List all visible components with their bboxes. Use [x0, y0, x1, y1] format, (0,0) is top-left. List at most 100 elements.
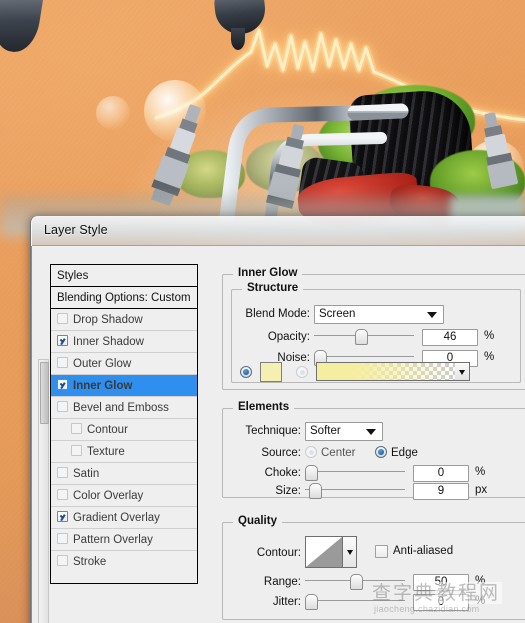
styles-list-item-label: Color Overlay: [73, 490, 144, 502]
styles-list-item-bevel-and-emboss[interactable]: Bevel and Emboss: [51, 397, 197, 419]
styles-scrollbar[interactable]: [38, 359, 49, 623]
inner-glow-group: Inner Glow Structure Blend Mode: Screen …: [222, 267, 525, 390]
anti-aliased-checkbox[interactable]: [375, 545, 388, 558]
styles-list-item-satin[interactable]: Satin: [51, 463, 197, 485]
styles-list-item-texture[interactable]: Texture: [51, 441, 197, 463]
inner-glow-panel: Inner Glow Structure Blend Mode: Screen …: [222, 260, 525, 623]
opacity-value-input[interactable]: 46: [422, 329, 478, 346]
range-slider[interactable]: [305, 574, 405, 590]
styles-list-item-styles[interactable]: Styles: [51, 265, 197, 287]
effect-checkbox[interactable]: [57, 555, 68, 567]
styles-list-item-label: Inner Glow: [73, 380, 133, 392]
layer-style-dialog: Layer Style Styles Blending Options: Cust…: [30, 216, 525, 623]
chevron-down-icon: [427, 312, 437, 318]
range-value-input[interactable]: 50: [413, 574, 469, 591]
structure-group: Structure Blend Mode: Screen Opacity: 46: [231, 282, 521, 383]
effect-checkbox[interactable]: [57, 401, 68, 413]
spark-plug: [146, 100, 216, 210]
checkbox-box: [57, 467, 68, 479]
blend-mode-select[interactable]: Screen: [314, 305, 444, 324]
hanging-object-tail: [231, 28, 245, 50]
elements-group: Elements Technique: Softer Source: Cente…: [222, 401, 525, 500]
size-value-input[interactable]: 9: [413, 483, 469, 500]
jitter-slider-knob[interactable]: [305, 594, 318, 610]
styles-list-item-outer-glow[interactable]: Outer Glow: [51, 353, 197, 375]
checkbox-box: [57, 555, 68, 567]
checkbox-box: [57, 489, 68, 501]
styles-column: Styles Blending Options: Custom Drop Shado…: [38, 264, 200, 623]
opacity-label: Opacity:: [267, 331, 310, 343]
source-center-label: Center: [321, 447, 356, 459]
glow-gradient-preview[interactable]: [316, 362, 456, 381]
technique-select[interactable]: Softer: [305, 422, 383, 441]
contour-dropdown-icon[interactable]: [343, 536, 357, 568]
source-label: Source:: [261, 447, 301, 459]
glow-gradient-radio[interactable]: [296, 366, 308, 378]
choke-slider-knob[interactable]: [305, 465, 318, 481]
jitter-unit: %: [475, 595, 486, 607]
styles-list[interactable]: Styles Blending Options: Custom Drop Shado…: [50, 264, 198, 584]
effect-checkbox[interactable]: [57, 313, 68, 325]
spark-plug: [470, 110, 525, 210]
checkbox-box: [57, 511, 68, 523]
styles-list-item-drop-shadow[interactable]: Drop Shadow: [51, 309, 197, 331]
effect-checkbox[interactable]: [57, 511, 68, 523]
effect-checkbox[interactable]: [57, 379, 68, 391]
styles-list-item-stroke[interactable]: Stroke: [51, 551, 197, 573]
styles-list-item-inner-glow[interactable]: Inner Glow: [51, 375, 197, 397]
effect-checkbox[interactable]: [71, 445, 82, 457]
range-slider-knob[interactable]: [349, 574, 363, 590]
styles-list-item-label: Contour: [87, 424, 128, 436]
jitter-slider[interactable]: [305, 594, 405, 610]
styles-list-item-label: Inner Shadow: [73, 336, 144, 348]
size-slider[interactable]: [305, 483, 405, 499]
glow-color-radio[interactable]: [240, 366, 252, 378]
checkbox-box: [57, 401, 68, 413]
effect-checkbox[interactable]: [57, 357, 68, 369]
size-unit: px: [475, 484, 488, 496]
checkbox-box: [57, 313, 68, 325]
checkbox-box: [57, 533, 68, 545]
structure-group-title: Structure: [242, 282, 304, 294]
styles-list-item-label: Styles: [57, 270, 89, 282]
choke-unit: %: [475, 466, 486, 478]
styles-list-item-color-overlay[interactable]: Color Overlay: [51, 485, 197, 507]
glow-gradient-dropdown-icon[interactable]: [455, 362, 470, 381]
source-edge-radio[interactable]: [375, 446, 387, 458]
opacity-slider-knob[interactable]: [354, 329, 368, 345]
styles-list-item-inner-shadow[interactable]: Inner Shadow: [51, 331, 197, 353]
source-center-radio[interactable]: [305, 446, 317, 458]
dialog-titlebar[interactable]: Layer Style: [31, 216, 525, 246]
noise-unit: %: [484, 351, 495, 363]
checkbox-box: [71, 445, 82, 457]
effect-checkbox[interactable]: [57, 533, 68, 545]
styles-list-item-label: Outer Glow: [73, 358, 132, 370]
styles-list-item-label: Satin: [73, 468, 100, 480]
size-label: Size:: [275, 485, 301, 497]
styles-list-item-gradient-overlay[interactable]: Gradient Overlay: [51, 507, 197, 529]
checkbox-box: [57, 335, 68, 347]
choke-value-input[interactable]: 0: [413, 465, 469, 482]
effect-checkbox[interactable]: [57, 489, 68, 501]
effect-checkbox[interactable]: [57, 335, 68, 347]
inner-glow-group-title: Inner Glow: [233, 267, 303, 279]
styles-list-item-label: Drop Shadow: [73, 314, 143, 326]
choke-slider[interactable]: [305, 465, 405, 481]
jitter-value-input[interactable]: 0: [413, 594, 469, 611]
styles-list-item-label: Stroke: [73, 556, 107, 568]
styles-list-item-contour[interactable]: Contour: [51, 419, 197, 441]
effect-checkbox[interactable]: [71, 423, 82, 435]
dialog-body: Styles Blending Options: Custom Drop Shado…: [31, 246, 525, 623]
anti-aliased-label: Anti-aliased: [393, 545, 454, 557]
opacity-slider[interactable]: [314, 329, 414, 345]
noise-slider-track: [314, 356, 414, 357]
contour-label: Contour:: [256, 547, 301, 559]
glow-color-swatch[interactable]: [260, 362, 282, 382]
contour-preview[interactable]: [305, 536, 343, 568]
effect-checkbox[interactable]: [57, 467, 68, 479]
styles-list-item-pattern-overlay[interactable]: Pattern Overlay: [51, 529, 197, 551]
styles-scrollbar-thumb[interactable]: [40, 362, 49, 424]
checkbox-box: [57, 379, 68, 391]
styles-list-item-blending-options-custom[interactable]: Blending Options: Custom: [51, 287, 197, 309]
size-slider-knob[interactable]: [308, 483, 322, 499]
